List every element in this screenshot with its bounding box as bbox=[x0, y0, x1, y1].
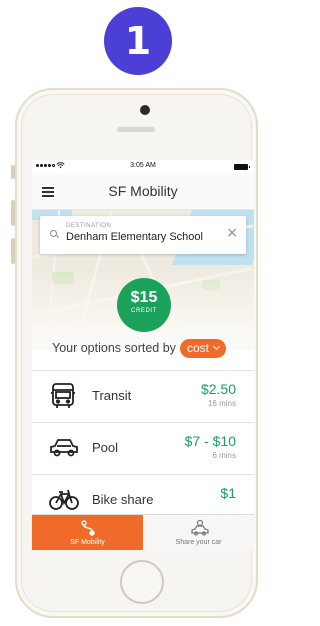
option-price: $7 - $10 bbox=[184, 433, 236, 449]
clear-icon[interactable]: × bbox=[226, 226, 238, 240]
option-bike-share[interactable]: Bike share $1 bbox=[32, 474, 254, 514]
option-duration: 16 mins bbox=[207, 399, 236, 408]
bus-icon bbox=[48, 381, 80, 411]
search-icon bbox=[50, 230, 58, 238]
bicycle-icon bbox=[48, 485, 80, 515]
tab-label: Share your car bbox=[175, 539, 222, 546]
option-price: $2.50 bbox=[200, 381, 236, 397]
sort-selected-value: cost bbox=[186, 340, 209, 355]
route-icon bbox=[79, 519, 97, 537]
battery-icon bbox=[234, 164, 250, 170]
tab-label: SF Mobility bbox=[70, 539, 105, 546]
app-header: SF Mobility bbox=[32, 174, 254, 210]
option-pool[interactable]: Pool $7 - $10 6 mins bbox=[32, 422, 254, 474]
sort-dropdown[interactable]: cost bbox=[179, 338, 226, 358]
home-button[interactable] bbox=[120, 560, 164, 604]
status-bar: 3:05 AM bbox=[32, 160, 254, 174]
credit-label: CREDIT bbox=[131, 308, 157, 314]
option-transit[interactable]: Transit $2.50 16 mins bbox=[32, 370, 254, 422]
option-label: Transit bbox=[92, 388, 132, 403]
option-duration: 6 mins bbox=[212, 451, 236, 460]
earpiece-speaker bbox=[117, 127, 155, 132]
phone-screen: 3:05 AM SF Mobility DESTINATION Denham E… bbox=[32, 160, 254, 550]
tab-share-your-car[interactable]: Share your car bbox=[143, 515, 254, 550]
option-label: Pool bbox=[92, 440, 119, 455]
sort-prefix-text: Your options sorted by bbox=[52, 341, 176, 355]
destination-label: DESTINATION bbox=[66, 223, 112, 229]
step-number-badge: 1 bbox=[104, 7, 172, 75]
bottom-tab-bar: SF Mobility Share your car bbox=[32, 514, 254, 550]
chevron-down-icon bbox=[212, 342, 220, 350]
sort-row: Your options sorted by cost bbox=[32, 334, 254, 362]
destination-input[interactable]: Denham Elementary School bbox=[66, 231, 203, 243]
phone-volume-up bbox=[11, 200, 15, 226]
car-icon bbox=[48, 433, 80, 463]
credit-amount: $15 bbox=[130, 289, 158, 306]
phone-mute-switch bbox=[11, 165, 15, 179]
tab-sf-mobility[interactable]: SF Mobility bbox=[32, 515, 143, 550]
option-price: $1 bbox=[220, 485, 236, 501]
credit-badge: $15 CREDIT bbox=[117, 278, 171, 332]
options-list: Transit $2.50 16 mins Pool $7 - $10 6 mi… bbox=[32, 370, 254, 514]
car-share-icon bbox=[190, 519, 209, 537]
status-time: 3:05 AM bbox=[130, 162, 156, 169]
destination-search-box[interactable]: DESTINATION Denham Elementary School × bbox=[40, 216, 246, 254]
app-title: SF Mobility bbox=[108, 183, 178, 199]
option-label: Bike share bbox=[92, 492, 154, 507]
front-camera bbox=[140, 105, 150, 115]
phone-volume-down bbox=[11, 238, 15, 264]
